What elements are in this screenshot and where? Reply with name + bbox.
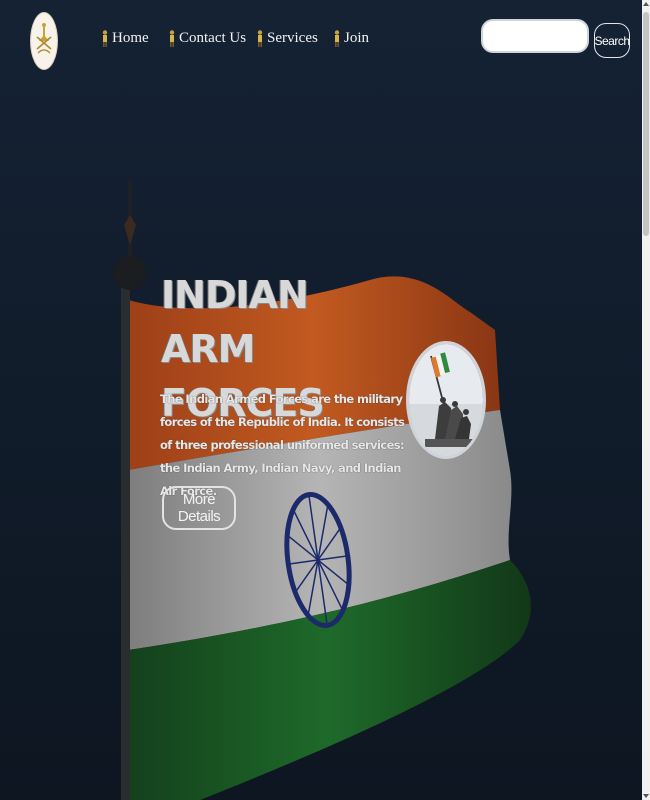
nav-item-label: Services bbox=[267, 30, 318, 46]
army-emblem-icon bbox=[36, 23, 52, 54]
nav-item-label: Home bbox=[112, 30, 149, 46]
soldiers-raising-flag-icon bbox=[409, 344, 483, 456]
more-details-button[interactable]: More Details bbox=[162, 486, 236, 530]
soldier-icon bbox=[334, 30, 340, 47]
soldier-icon bbox=[102, 30, 108, 47]
scroll-down-arrow-icon[interactable] bbox=[643, 794, 649, 798]
army-emblem-logo[interactable] bbox=[30, 12, 58, 70]
scroll-up-arrow-icon[interactable] bbox=[643, 2, 649, 6]
soldier-icon bbox=[257, 30, 263, 47]
nav-item-label: Contact Us bbox=[179, 30, 247, 46]
nav-item-join[interactable]: Join bbox=[333, 30, 369, 47]
nav-item-services[interactable]: Services bbox=[256, 30, 318, 47]
nav-item-home[interactable]: Home bbox=[101, 30, 149, 47]
search-button[interactable]: Search bbox=[594, 23, 630, 58]
scrollbar-thumb[interactable] bbox=[643, 12, 649, 236]
nav-item-contact-us[interactable]: Contact Us bbox=[168, 30, 246, 47]
soldiers-raising-flag-image bbox=[406, 341, 486, 459]
search-input[interactable] bbox=[481, 19, 589, 53]
vertical-scrollbar[interactable] bbox=[642, 0, 650, 800]
nav-item-label: Join bbox=[344, 30, 370, 46]
soldier-icon bbox=[169, 30, 175, 47]
